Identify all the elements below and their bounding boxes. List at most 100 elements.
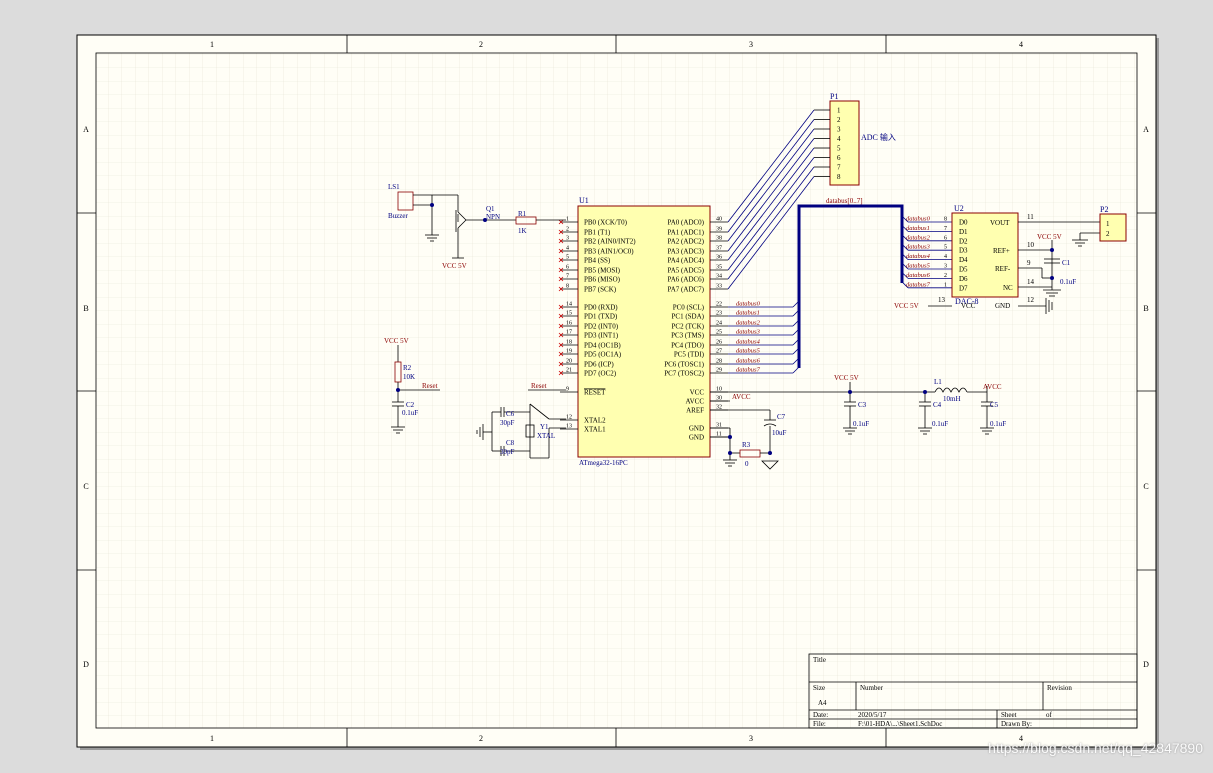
mcu-pin-number: 26 [716, 340, 722, 346]
net-vcc5-power: VCC 5V [834, 374, 859, 382]
dac-refm-num: 9 [1027, 259, 1031, 267]
c7-value: 10uF [772, 429, 787, 437]
dac-pin-name: D5 [959, 266, 968, 274]
mcu-pin-name: PA5 (ADC5) [668, 267, 705, 275]
dac-pin-number: 1 [944, 282, 947, 288]
mcu-pin-number: 15 [566, 311, 572, 317]
junction [923, 390, 927, 394]
mcu-pin-number: 24 [716, 321, 722, 327]
tb-size-value: A4 [818, 699, 827, 707]
dac-vout-name: VOUT [990, 219, 1010, 227]
tb-revision-label: Revision [1047, 684, 1072, 692]
connector-p1-pin: 6 [837, 154, 841, 162]
tb-number-label: Number [860, 684, 884, 692]
c2-value: 0.1uF [402, 409, 418, 417]
zone-col-top-1: 1 [210, 40, 214, 49]
dac-pin-number: 6 [944, 235, 947, 241]
junction [1050, 248, 1054, 252]
zone-row-right-c: C [1143, 482, 1148, 491]
mcu-pin-number: 3 [566, 236, 569, 242]
mcu-pin-number: 6 [566, 265, 569, 271]
mcu-pin-name: PC6 (TOSC1) [664, 361, 704, 369]
pc-net-label: databus5 [736, 348, 761, 355]
mcu-pin-number: 9 [566, 387, 569, 393]
connector-p2-ref: P2 [1100, 205, 1108, 214]
mcu-pin-name: RESET [584, 389, 606, 397]
tb-file-label: File: [813, 720, 826, 728]
tb-date-value: 2020/5/17 [858, 711, 887, 719]
c2-ref: C2 [406, 401, 415, 409]
mcu-pin-name: PC5 (TDI) [674, 351, 705, 359]
mcu-pin-name: PB3 (AIN1/OC0) [584, 248, 634, 256]
tb-file-value: F:\01-HDA\...\Sheet1.SchDoc [858, 720, 942, 728]
r3-value: 0 [745, 460, 749, 468]
mcu-pin-name: VCC [690, 389, 705, 397]
net-reset-left: Reset [422, 382, 438, 390]
zone-row-left-b: B [83, 304, 88, 313]
r2-ref: R2 [403, 364, 412, 372]
c8-value: 30pF [500, 448, 515, 456]
dac-pin-name: D7 [959, 284, 968, 292]
c8-ref: C8 [506, 439, 515, 447]
dac-net-label: databus5 [906, 263, 931, 270]
connector-p1-pin: 7 [837, 164, 841, 172]
mcu-pin-name: PA2 (ADC2) [668, 238, 705, 246]
mcu-pin-name: PD1 (TXD) [584, 313, 618, 321]
junction [1050, 276, 1054, 280]
mcu-pin-name: PC2 (TCK) [672, 323, 705, 331]
mcu-pin-name: PC7 (TOSC2) [664, 370, 704, 378]
mcu-pin-number: 8 [566, 284, 569, 290]
dac-pin-name: D0 [959, 219, 968, 227]
mcu-pin-number: 2 [566, 227, 569, 233]
connector-p1-pin: 5 [837, 145, 841, 153]
c1-value: 0.1uF [1060, 278, 1076, 286]
l1-value: 10mH [943, 395, 961, 403]
c4-ref: C4 [933, 401, 942, 409]
zone-col-bottom-2: 2 [479, 734, 483, 743]
mcu-u1-ref: U1 [579, 196, 589, 205]
dac-pin-name: D6 [959, 275, 968, 283]
mcu-pin-number: 5 [566, 255, 569, 261]
mcu-pin-number: 34 [716, 274, 722, 280]
mcu-pin-number: 39 [716, 227, 722, 233]
mcu-pin-number: 16 [566, 321, 572, 327]
pc-net-label: databus2 [736, 320, 761, 327]
zone-row-left-d: D [83, 660, 89, 669]
zone-col-top-2: 2 [479, 40, 483, 49]
junction [848, 390, 852, 394]
dac-refp-name: REF+ [993, 247, 1010, 255]
c1-ref: C1 [1062, 259, 1071, 267]
schematic-viewer: 1 2 3 4 1 2 3 4 A B C D A B C D Title Si… [0, 0, 1213, 768]
mcu-pin-number: 1 [566, 217, 569, 223]
pc-net-label: databus1 [736, 310, 760, 317]
mcu-pin-name: PA4 (ADC4) [668, 257, 705, 265]
c6-value: 30pF [500, 419, 515, 427]
mcu-pin-number: 37 [716, 246, 722, 252]
y1-value: XTAL [537, 432, 555, 440]
l1-ref: L1 [934, 378, 942, 386]
mcu-pin-name: PC0 (SCL) [673, 304, 705, 312]
connector-p2-pin1: 1 [1106, 220, 1110, 228]
mcu-pin-number: 19 [566, 349, 572, 355]
dac-pin-number: 4 [944, 254, 947, 260]
mcu-pin-name: PB7 (SCK) [584, 286, 617, 294]
tb-of-label: of [1046, 711, 1053, 719]
net-vcc5-r2: VCC 5V [384, 337, 409, 345]
zone-col-top-4: 4 [1019, 40, 1023, 49]
dac-net-label: databus3 [906, 244, 931, 251]
mcu-pin-name: PA7 (ADC7) [668, 286, 705, 294]
net-vcc5-q1: VCC 5V [442, 262, 467, 270]
dac-pin-name: D1 [959, 228, 968, 236]
pc-net-label: databus4 [736, 339, 761, 346]
dac-pin-number: 2 [944, 273, 947, 279]
mcu-pin-number: 12 [566, 415, 572, 421]
dac-gnd-num: 12 [1027, 296, 1035, 304]
zone-col-bottom-1: 1 [210, 734, 214, 743]
dac-refm-name: REF- [995, 265, 1011, 273]
zone-row-right-d: D [1143, 660, 1149, 669]
dac-pin-name: D4 [959, 256, 968, 264]
mcu-pin-name: PC3 (TMS) [671, 332, 705, 340]
mcu-pin-name: PD2 (INT0) [584, 323, 619, 331]
schematic-sheet: 1 2 3 4 1 2 3 4 A B C D A B C D Title Si… [76, 34, 1159, 750]
r1-value: 1K [518, 227, 527, 235]
